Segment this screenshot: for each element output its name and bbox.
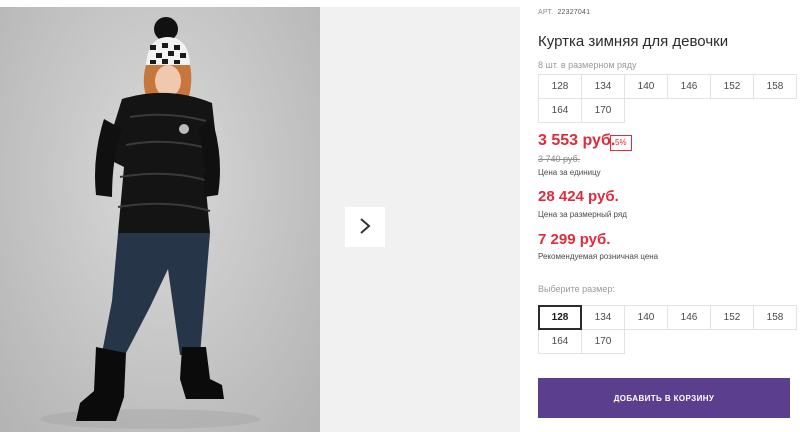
- series-size-cell: 164: [538, 98, 582, 123]
- old-price: 3 740 руб.: [538, 154, 581, 164]
- series-size-cell: 134: [581, 74, 625, 99]
- size-option-170[interactable]: 170: [581, 329, 625, 354]
- product-gallery: [0, 7, 520, 432]
- series-size-cell: 170: [581, 98, 625, 123]
- series-size-cell: 140: [624, 74, 668, 99]
- product-photo-illustration: [40, 17, 260, 429]
- product-photo: [0, 7, 320, 432]
- size-option-164[interactable]: 164: [538, 329, 582, 354]
- retail-price-label: Рекомендуемая розничная цена: [538, 252, 659, 261]
- series-price-label: Цена за размерный ряд: [538, 210, 627, 219]
- size-selector: 128 134 140 146 152 158 164 170: [538, 305, 797, 354]
- article-value: 22327041: [557, 9, 591, 16]
- size-option-128[interactable]: 128: [538, 305, 582, 330]
- series-size-cell: 128: [538, 74, 582, 99]
- unit-price: 3 553 руб.: [538, 132, 616, 149]
- article-number: АРТ. 22327041: [538, 9, 590, 16]
- retail-price: 7 299 руб.: [538, 231, 611, 248]
- size-option-146[interactable]: 146: [667, 305, 711, 330]
- article-label: АРТ.: [538, 9, 554, 16]
- series-price: 28 424 руб.: [538, 188, 619, 205]
- size-option-134[interactable]: 134: [581, 305, 625, 330]
- size-option-158[interactable]: 158: [753, 305, 797, 330]
- size-option-140[interactable]: 140: [624, 305, 668, 330]
- chevron-right-icon: [358, 217, 372, 238]
- product-info-panel: АРТ. 22327041 Куртка зимняя для девочки …: [538, 0, 800, 432]
- series-size-cell: 146: [667, 74, 711, 99]
- gallery-next-button[interactable]: [345, 207, 385, 247]
- series-size-cell: 152: [710, 74, 754, 99]
- series-size-cell: 158: [753, 74, 797, 99]
- product-title: Куртка зимняя для девочки: [538, 33, 729, 50]
- add-to-cart-button[interactable]: ДОБАВИТЬ В КОРЗИНУ: [538, 378, 790, 418]
- size-option-152[interactable]: 152: [710, 305, 754, 330]
- unit-price-label: Цена за единицу: [538, 168, 601, 177]
- discount-badge: 5%: [610, 135, 632, 151]
- series-count-note: 8 шт. в размерном ряду: [538, 60, 637, 70]
- series-sizes-grid: 128 134 140 146 152 158 164 170: [538, 74, 797, 123]
- choose-size-label: Выберите размер:: [538, 284, 615, 294]
